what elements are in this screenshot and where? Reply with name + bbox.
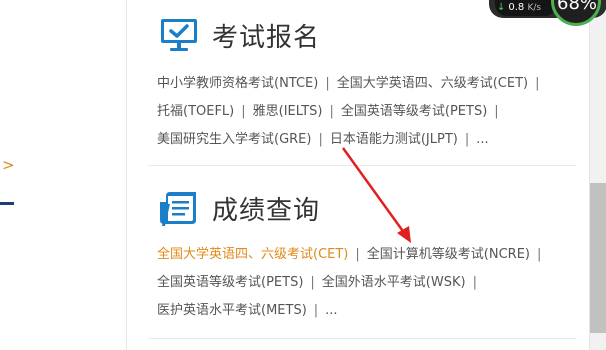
- network-speed-value: 0.8: [508, 2, 525, 13]
- download-arrow-icon: ↓: [497, 2, 506, 13]
- annotation-arrow-icon: [341, 147, 411, 243]
- memory-gauge-percent: 68%: [557, 0, 598, 14]
- scrollbar-thumb[interactable]: [590, 183, 606, 333]
- network-speed-readout: ↓ 0.8 K/s: [497, 2, 541, 14]
- network-speed-unit: K/s: [527, 3, 542, 13]
- page-root: > 考试报名 中小学教师资格考试(NTCE) | 全国大学英语四、六级考试(CET)…: [0, 0, 606, 350]
